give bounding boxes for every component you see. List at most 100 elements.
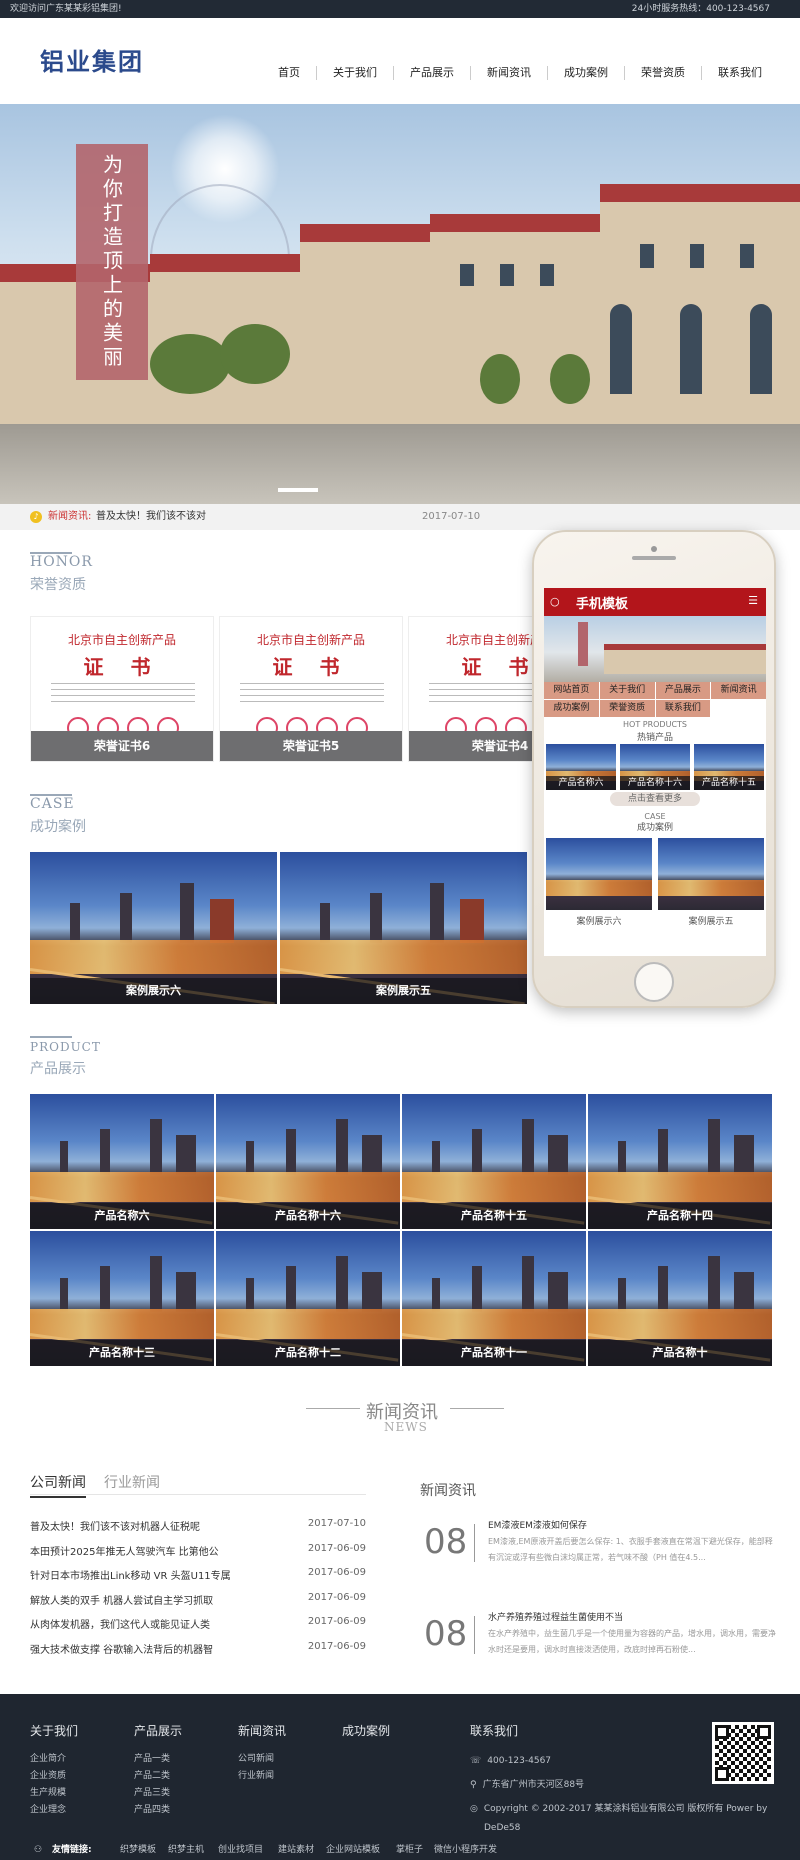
skyline-tower	[618, 1278, 626, 1312]
case-card[interactable]: 案例展示六	[30, 852, 277, 1004]
skyline-tower	[708, 1119, 720, 1175]
phone-product-card[interactable]: 产品名称六	[546, 744, 616, 790]
hero-banner[interactable]: 为你打造顶上的美丽	[0, 104, 800, 504]
friend-link[interactable]: 微信小程序开发	[434, 1840, 497, 1860]
phone-product-card[interactable]: 产品名称十五	[694, 744, 764, 790]
building	[300, 224, 440, 424]
news-list-item[interactable]: 解放人类的双手 机器人尝试自主学习抓取 2017-06-09	[30, 1592, 366, 1607]
featured-news-title[interactable]: EM漆液EM漆液如何保存	[488, 1518, 587, 1531]
product-card[interactable]: 产品名称十五	[402, 1094, 586, 1229]
product-caption: 产品名称六	[30, 1203, 214, 1229]
nav-contact[interactable]: 联系我们	[702, 66, 778, 80]
main-nav: 首页 关于我们 产品展示 新闻资讯 成功案例 荣誉资质 联系我们	[262, 66, 778, 80]
link-icon: ⚇	[34, 1845, 43, 1855]
nav-home[interactable]: 首页	[262, 66, 317, 80]
welcome-text: 欢迎访问广东某某彩铝集团!	[10, 4, 122, 14]
tab-industry-news[interactable]: 行业新闻	[104, 1472, 160, 1492]
honor-card[interactable]: 北京市自主创新产品 证 书 荣誉证书6	[30, 616, 214, 762]
window	[750, 304, 772, 394]
news-list-item[interactable]: 普及太快！我们该不该对机器人征税呢 2017-07-10	[30, 1518, 366, 1533]
product-card[interactable]: 产品名称十一	[402, 1231, 586, 1366]
friend-link[interactable]: 企业网站模板	[326, 1840, 380, 1860]
skyline-tower	[60, 1278, 68, 1312]
phone-nav-item[interactable]: 荣誉资质	[599, 700, 655, 717]
menu-icon[interactable]: ☰	[748, 594, 758, 607]
nav-products[interactable]: 产品展示	[394, 66, 471, 80]
skyline-tower	[150, 1256, 162, 1312]
search-icon[interactable]: ○	[550, 595, 560, 608]
tree	[150, 334, 230, 394]
news-list-item[interactable]: 从肉体发机器，我们这代人或能见证人类 2017-06-09	[30, 1616, 366, 1631]
friend-link[interactable]: 掌柜子	[396, 1840, 423, 1860]
product-card[interactable]: 产品名称十四	[588, 1094, 772, 1229]
phone-product-caption: 产品名称十五	[694, 776, 764, 790]
power-by-link[interactable]: DeDe58	[484, 1821, 520, 1835]
nav-honor[interactable]: 荣誉资质	[625, 66, 702, 80]
phone-product-card[interactable]: 产品名称十六	[620, 744, 690, 790]
news-list-item[interactable]: 本田预计2025年推无人驾驶汽车 比第他公 2017-06-09	[30, 1543, 366, 1558]
product-card[interactable]: 产品名称十三	[30, 1231, 214, 1366]
phone-banner[interactable]	[544, 616, 766, 682]
phone-case-caption: 案例展示五	[688, 917, 734, 927]
friend-link[interactable]: 建站素材	[278, 1840, 314, 1860]
footer-link[interactable]: 产品一类	[134, 1751, 182, 1768]
friend-link[interactable]: 织梦主机	[168, 1840, 204, 1860]
news-item-title[interactable]: 从肉体发机器，我们这代人或能见证人类	[30, 1620, 210, 1631]
news-item-title[interactable]: 普及太快！我们该不该对机器人征税呢	[30, 1522, 200, 1533]
footer-col-cases: 成功案例	[342, 1722, 390, 1751]
skyline-tower	[120, 893, 132, 944]
slider-dot[interactable]	[278, 488, 318, 492]
news-item-title[interactable]: 解放人类的双手 机器人尝试自主学习抓取	[30, 1596, 213, 1607]
footer-link[interactable]: 产品四类	[134, 1802, 182, 1819]
friend-link[interactable]: 织梦模板	[120, 1840, 156, 1860]
news-item-title[interactable]: 强大技术做支撑 谷歌输入法背后的机器智	[30, 1645, 213, 1656]
phone-nav-item[interactable]: 网站首页	[544, 682, 599, 699]
footer-link[interactable]: 企业理念	[30, 1802, 78, 1819]
featured-news-title[interactable]: 水产养殖养殖过程益生菌使用不当	[488, 1610, 623, 1623]
skyline-tower	[176, 1135, 196, 1175]
honor-card[interactable]: 北京市自主创新产品 证 书 荣誉证书5	[219, 616, 403, 762]
phone-banner-slogan	[578, 622, 588, 666]
skyline-tower	[432, 1278, 440, 1312]
product-card[interactable]: 产品名称六	[30, 1094, 214, 1229]
window	[680, 304, 702, 394]
phone-case-card[interactable]	[546, 838, 652, 910]
friend-link[interactable]: 创业找项目	[218, 1840, 263, 1860]
logo[interactable]: 铝业集团	[40, 42, 144, 77]
footer-link[interactable]: 公司新闻	[238, 1751, 286, 1768]
phone-hot-title-cn: 热销产品	[636, 733, 673, 743]
product-card[interactable]: 产品名称十	[588, 1231, 772, 1366]
tree	[550, 354, 590, 404]
news-item-title[interactable]: 本田预计2025年推无人驾驶汽车 比第他公	[30, 1547, 219, 1558]
phone-nav-item[interactable]: 联系我们	[655, 700, 711, 717]
news-title-line-left	[306, 1408, 360, 1409]
footer-link[interactable]: 行业新闻	[238, 1768, 286, 1785]
news-list-item[interactable]: 强大技术做支撑 谷歌输入法背后的机器智 2017-06-09	[30, 1641, 366, 1656]
footer-link[interactable]: 产品二类	[134, 1768, 182, 1785]
nav-news[interactable]: 新闻资讯	[471, 66, 548, 80]
skyline-tower	[658, 1266, 668, 1312]
phone-nav-item[interactable]: 新闻资讯	[711, 682, 766, 699]
nav-cases[interactable]: 成功案例	[548, 66, 625, 80]
phone-nav-item[interactable]: 关于我们	[599, 682, 655, 699]
product-card[interactable]: 产品名称十二	[216, 1231, 400, 1366]
phone-nav-item[interactable]: 成功案例	[544, 700, 599, 717]
footer-link[interactable]: 企业简介	[30, 1751, 78, 1768]
footer-col-products: 产品展示 产品一类 产品二类 产品三类 产品四类	[134, 1722, 182, 1819]
nav-about[interactable]: 关于我们	[317, 66, 394, 80]
phone-nav-item[interactable]: 产品展示	[655, 682, 711, 699]
footer-link[interactable]: 企业资质	[30, 1768, 78, 1785]
phone-case-card[interactable]	[658, 838, 764, 910]
footer-link[interactable]: 生产规模	[30, 1785, 78, 1802]
product-caption: 产品名称十三	[30, 1340, 214, 1366]
tree	[220, 324, 290, 384]
phone-more-button[interactable]: 点击查看更多	[610, 792, 700, 806]
product-card[interactable]: 产品名称十六	[216, 1094, 400, 1229]
case-card[interactable]: 案例展示五	[280, 852, 527, 1004]
news-item-title[interactable]: 针对日本市场推出Link移动 VR 头盔U11专属	[30, 1571, 231, 1582]
news-list-item[interactable]: 针对日本市场推出Link移动 VR 头盔U11专属 2017-06-09	[30, 1567, 366, 1582]
ticker-link[interactable]: 普及太快！我们该不该对	[96, 504, 206, 530]
skyline-tower	[708, 1256, 720, 1312]
site-footer: 关于我们 企业简介 企业资质 生产规模 企业理念 产品展示 产品一类 产品二类 …	[0, 1694, 800, 1860]
footer-link[interactable]: 产品三类	[134, 1785, 182, 1802]
